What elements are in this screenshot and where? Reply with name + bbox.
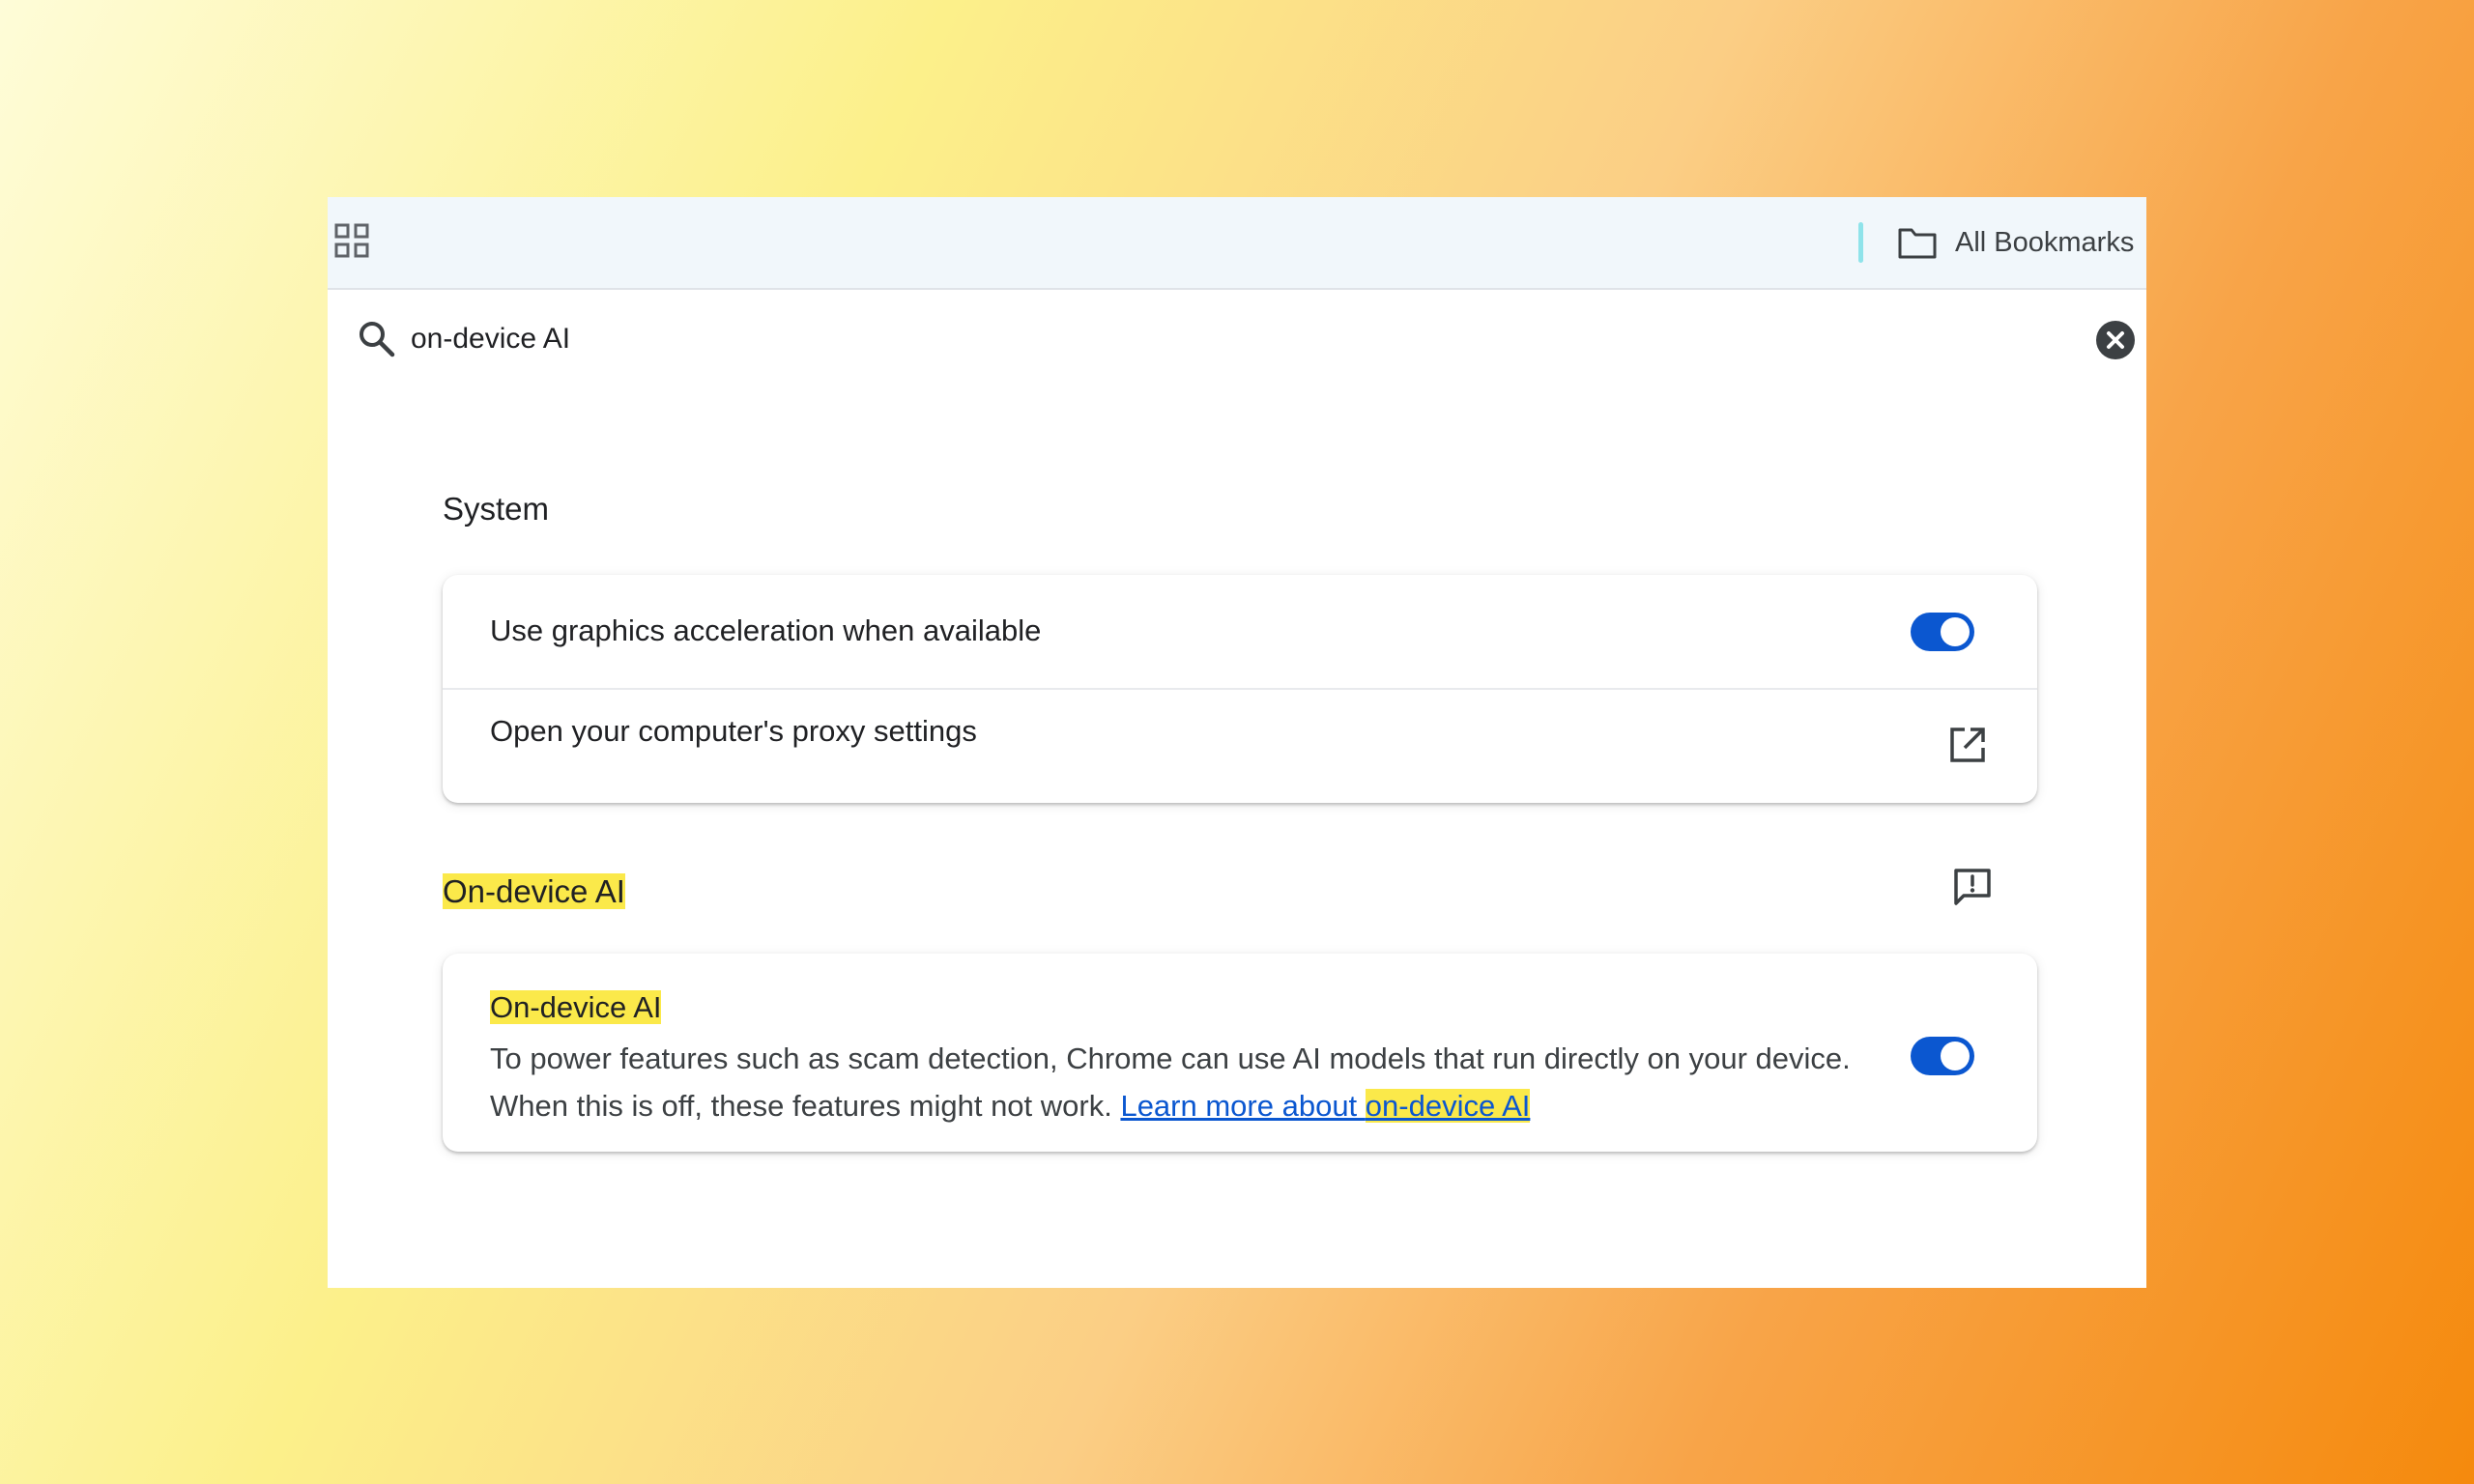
on-device-ai-card: On-device AI To power features such as s…	[443, 954, 2037, 1152]
search-highlight: On-device AI	[490, 990, 662, 1024]
settings-search-bar	[328, 290, 2146, 396]
search-highlight: on-device AI	[1365, 1089, 1531, 1123]
search-highlight: On-device AI	[443, 873, 625, 909]
feedback-icon[interactable]	[1951, 867, 1994, 909]
apps-grid-icon[interactable]	[333, 222, 370, 259]
graphics-acceleration-row[interactable]: Use graphics acceleration when available	[443, 575, 2037, 689]
graphics-acceleration-label: Use graphics acceleration when available	[490, 614, 1042, 647]
on-device-ai-section-title: On-device AI	[443, 873, 625, 910]
bookmarks-bar-divider	[1858, 222, 1863, 263]
learn-more-link[interactable]: Learn more about on-device AI	[1120, 1089, 1531, 1123]
on-device-ai-toggle[interactable]	[1911, 1037, 1974, 1075]
proxy-settings-label: Open your computer's proxy settings	[490, 714, 977, 748]
bookmarks-bar: All Bookmarks	[328, 197, 2146, 290]
external-link-icon[interactable]	[1948, 726, 1987, 764]
settings-window: All Bookmarks System Use graphics accele…	[328, 197, 2146, 1288]
on-device-ai-description: To power features such as scam detection…	[490, 1035, 1862, 1129]
all-bookmarks-label: All Bookmarks	[1955, 226, 2135, 258]
graphics-acceleration-toggle[interactable]	[1911, 613, 1974, 651]
learn-more-link-text: Learn more about	[1120, 1089, 1366, 1123]
search-input[interactable]	[411, 315, 1860, 363]
toggle-knob	[1941, 1042, 1970, 1070]
proxy-settings-row[interactable]: Open your computer's proxy settings	[443, 689, 2037, 803]
close-circle-icon[interactable]	[2094, 319, 2137, 361]
toggle-knob	[1941, 617, 1970, 646]
system-section-title: System	[443, 491, 550, 527]
all-bookmarks-button[interactable]: All Bookmarks	[1897, 218, 2134, 267]
folder-icon	[1898, 228, 1937, 259]
search-icon	[360, 322, 395, 357]
system-settings-card: Use graphics acceleration when available…	[443, 575, 2037, 803]
on-device-ai-setting-title: On-device AI	[490, 990, 662, 1025]
